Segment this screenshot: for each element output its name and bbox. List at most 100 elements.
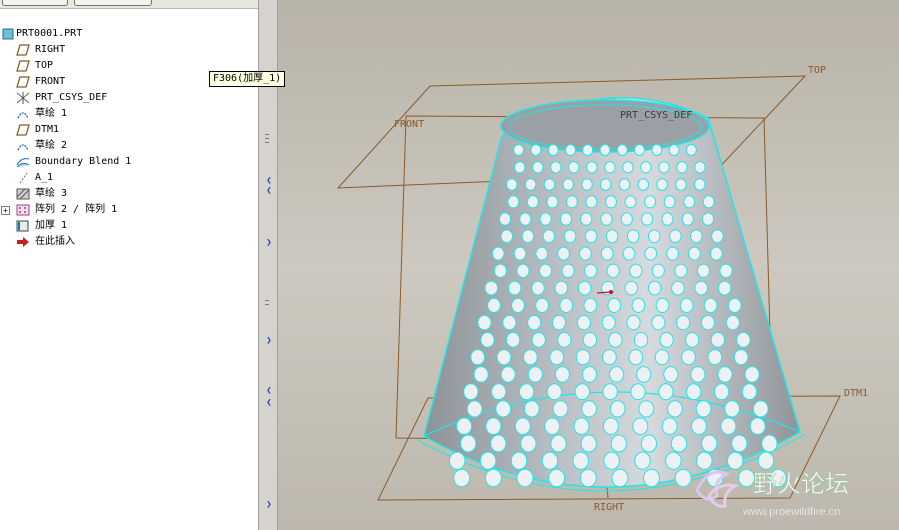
datum-plane-icon (16, 44, 30, 56)
tree-item-sketch-3[interactable]: 草绘 3 (0, 186, 258, 202)
pattern-hole (736, 332, 751, 348)
expand-toggle[interactable]: + (1, 206, 10, 215)
pattern-hole (605, 195, 617, 209)
tree-item-pattern[interactable]: + 阵列 2 / 阵列 1 (0, 202, 258, 218)
expand-right-icon[interactable]: ❯ (264, 336, 274, 346)
pattern-hole (670, 434, 688, 453)
graphics-viewport[interactable]: TOP FRONT PRT_CSYS_DEF DTM1 RIGHT 野火论坛 w… (278, 0, 899, 530)
pattern-hole (513, 246, 527, 261)
pattern-hole (514, 161, 526, 174)
pattern-hole (702, 195, 715, 209)
pattern-hole (640, 434, 658, 453)
watermark: 野火论坛 www.proewildfire.cn (687, 460, 891, 526)
pattern-hole (579, 468, 597, 488)
insert-here-arrow-icon (16, 236, 30, 248)
tree-item-a-1[interactable]: A_1 (0, 170, 258, 186)
splitter-grip (265, 134, 269, 135)
boundary-blend-icon (16, 156, 30, 168)
pattern-hole (565, 144, 576, 156)
pattern-hole (637, 178, 650, 191)
pattern-hole (491, 383, 507, 401)
tree-item-label: Boundary Blend 1 (35, 156, 132, 167)
pattern-hole (531, 332, 546, 348)
pattern-hole (634, 144, 645, 156)
pattern-hole (521, 229, 535, 244)
thicken-feature[interactable] (417, 97, 807, 492)
datum-label-right: RIGHT (594, 502, 624, 513)
pattern-hole (727, 297, 742, 313)
watermark-url: www.proewildfire.cn (742, 506, 840, 518)
pattern-hole (539, 212, 552, 226)
pattern-hole (603, 451, 620, 470)
pattern-hole (500, 366, 516, 383)
pattern-hole (470, 349, 486, 366)
pattern-hole (663, 195, 676, 209)
pattern-hole (498, 212, 512, 226)
pattern-hole (624, 195, 637, 209)
tree-item-thicken-1[interactable]: 加厚 1 (0, 218, 258, 234)
pattern-hole (579, 246, 592, 261)
pattern-hole (681, 212, 694, 226)
pattern-hole (546, 195, 559, 209)
pattern-hole (693, 178, 706, 191)
collapse-left-icon[interactable]: ❮ (264, 176, 274, 186)
tree-item-label: PRT_CSYS_DEF (35, 92, 108, 103)
pattern-hole (659, 332, 674, 348)
pattern-hole (647, 229, 661, 244)
pattern-hole (519, 212, 532, 226)
pattern-hole (601, 314, 616, 331)
tree-item-right[interactable]: RIGHT (0, 42, 258, 58)
pattern-hole (550, 161, 562, 174)
sketch-hatched-icon (16, 188, 30, 200)
expand-right-icon[interactable]: ❯ (264, 238, 274, 248)
tree-item-insert-here[interactable]: 在此插入 (0, 234, 258, 250)
pattern-hole (651, 263, 665, 278)
pattern-hole (600, 212, 613, 226)
pattern-hole (724, 400, 741, 418)
pattern-hole (505, 332, 521, 348)
pattern-hole (634, 451, 651, 470)
collapse-left-icon[interactable]: ❮ (264, 386, 274, 396)
pattern-hole (580, 212, 593, 226)
tree-item-root[interactable]: PRT0001.PRT (0, 26, 258, 42)
pattern-hole (453, 468, 471, 488)
tree-item-dtm1[interactable]: DTM1 (0, 122, 258, 138)
pattern-hole (456, 417, 473, 436)
tree-item-boundary-blend-1[interactable]: Boundary Blend 1 (0, 154, 258, 170)
pattern-hole (700, 314, 716, 331)
pattern-hole (493, 263, 507, 278)
pattern-hole (620, 212, 633, 226)
pattern-hole (479, 451, 497, 470)
pattern-hole (554, 366, 570, 383)
pattern-hole (565, 195, 578, 209)
pattern-hole (638, 400, 655, 418)
collapse-left-icon[interactable]: ❮ (264, 398, 274, 408)
pattern-hole (552, 400, 569, 418)
pattern-hole (491, 246, 505, 261)
pattern-hole (585, 195, 598, 209)
tree-item-csys[interactable]: PRT_CSYS_DEF (0, 90, 258, 106)
pattern-hole (720, 417, 737, 436)
pattern-hole (562, 178, 575, 191)
model-view[interactable]: TOP FRONT PRT_CSYS_DEF DTM1 RIGHT (278, 0, 899, 530)
show-button[interactable] (74, 0, 152, 6)
model-tree: PRT0001.PRT RIGHT TOP FRONT PRT_CSYS_DEF… (0, 26, 258, 250)
pattern-hole (576, 314, 591, 331)
pattern-hole (719, 263, 733, 278)
collapse-left-icon[interactable]: ❮ (264, 186, 274, 196)
pattern-hole (694, 280, 709, 296)
datum-plane-icon (16, 60, 30, 72)
pattern-hole (506, 178, 518, 191)
sketch-icon (16, 108, 30, 120)
expand-right-icon[interactable]: ❯ (264, 500, 274, 510)
feature-tooltip: F306(加厚_1) (209, 71, 286, 87)
pattern-hole (577, 280, 592, 296)
pattern-hole (647, 280, 662, 296)
pattern-hole (741, 383, 758, 401)
tree-item-sketch-1[interactable]: 草绘 1 (0, 106, 258, 122)
pattern-hole (676, 314, 691, 331)
settings-button[interactable] (2, 0, 68, 6)
tree-item-sketch-2[interactable]: 草绘 2 (0, 138, 258, 154)
pattern-hole (582, 332, 598, 348)
tree-item-label: FRONT (35, 76, 66, 87)
